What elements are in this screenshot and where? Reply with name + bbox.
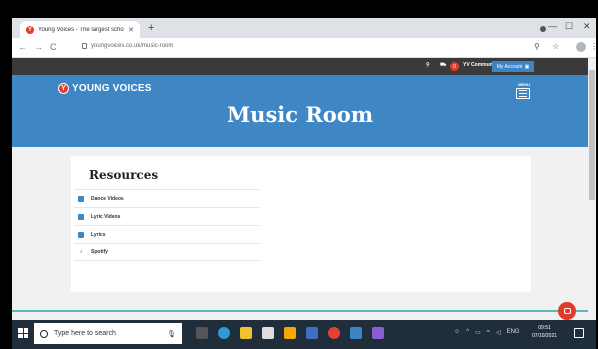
- browser-titlebar: Y Young Voices - The largest school... ✕…: [12, 18, 596, 38]
- file-explorer-icon[interactable]: [240, 327, 252, 339]
- resource-item-dance-videos[interactable]: Dance Videos: [74, 189, 260, 207]
- maximize-button[interactable]: ☐: [565, 21, 573, 32]
- cortana-icon: [40, 329, 48, 338]
- screen: Y Young Voices - The largest school... ✕…: [0, 0, 598, 349]
- clock-time: 09:51: [538, 325, 551, 331]
- language-indicator[interactable]: ENG: [507, 329, 520, 336]
- account-icon: ▣: [524, 63, 530, 70]
- taskbar-clock[interactable]: 09:51 07/10/2021: [532, 324, 557, 340]
- bookmark-star-icon[interactable]: ☆: [552, 42, 559, 51]
- chevron-up-icon[interactable]: ^: [466, 329, 469, 336]
- site-logo[interactable]: Y YOUNG VOICES: [58, 83, 152, 94]
- video-icon: [78, 213, 84, 220]
- edge-icon[interactable]: [218, 327, 230, 339]
- resources-list: Dance Videos Lyric Videos Lyrics ♪ Spoti…: [74, 189, 260, 261]
- app-icon[interactable]: [350, 327, 362, 339]
- resource-label: Lyrics: [91, 231, 106, 238]
- microphone-icon[interactable]: 🎙: [167, 330, 176, 338]
- tab-close-icon[interactable]: ✕: [128, 26, 134, 34]
- browser-menu-icon[interactable]: ⋮: [590, 42, 598, 51]
- minimize-button[interactable]: —: [548, 21, 557, 31]
- forward-button[interactable]: →: [34, 42, 43, 52]
- resource-item-spotify[interactable]: ♪ Spotify: [74, 243, 260, 261]
- menu-label: MENU: [518, 82, 530, 87]
- resource-label: Dance Videos: [91, 195, 124, 202]
- url-field[interactable]: youngvoices.co.uk/music-room: [82, 43, 173, 49]
- cart-icon[interactable]: ⛟: [440, 62, 446, 69]
- hero-curve: [12, 124, 588, 147]
- scrollbar-thumb[interactable]: [589, 70, 595, 200]
- footer-divider: [12, 310, 588, 312]
- chat-icon: [563, 308, 571, 314]
- system-tray: ☺ ^ ▭ ≈ ◁ ENG: [454, 329, 520, 336]
- volume-icon[interactable]: ◁: [496, 329, 501, 336]
- browser-tab[interactable]: Y Young Voices - The largest school... ✕: [20, 21, 140, 38]
- document-icon: [78, 231, 84, 238]
- notifications-icon[interactable]: [574, 328, 584, 338]
- new-tab-button[interactable]: +: [148, 22, 154, 34]
- website-viewport: ⚲ ⛟ 0 YV Community My Account ▣ Y YOUNG …: [12, 58, 588, 320]
- resources-title: Resources: [89, 168, 159, 182]
- resource-item-lyrics[interactable]: Lyrics: [74, 225, 260, 243]
- battery-icon[interactable]: ▭: [475, 329, 481, 336]
- my-account-button[interactable]: My Account ▣: [492, 61, 534, 72]
- sticky-notes-icon[interactable]: [284, 327, 296, 339]
- reload-button[interactable]: C: [50, 42, 57, 52]
- chat-button[interactable]: [558, 302, 576, 320]
- video-icon: [78, 195, 84, 202]
- my-account-label: My Account: [496, 63, 523, 70]
- url-text: youngvoices.co.uk/music-room: [91, 43, 174, 49]
- chrome-icon[interactable]: [328, 327, 340, 339]
- resources-card: Resources Dance Videos Lyric Videos Lyri…: [71, 156, 531, 292]
- tab-title: Young Voices - The largest school...: [38, 26, 125, 33]
- young-voices-favicon-icon: Y: [26, 25, 34, 34]
- menu-button[interactable]: MENU: [516, 82, 532, 99]
- logo-mark-icon: Y: [58, 83, 69, 94]
- profile-avatar[interactable]: [576, 42, 586, 52]
- windows-taskbar: Type here to search 🎙 ☺ ^ ▭ ≈ ◁ ENG 09:5…: [12, 320, 596, 349]
- taskbar-apps: [196, 327, 384, 339]
- music-note-icon: ♪: [79, 249, 83, 255]
- taskbar-search-input[interactable]: Type here to search 🎙: [34, 323, 182, 344]
- logo-text: YOUNG VOICES: [72, 83, 152, 94]
- site-top-strip: ⚲ ⛟ 0 YV Community My Account ▣: [12, 58, 588, 75]
- people-icon[interactable]: ☺: [454, 329, 460, 336]
- app-icon-2[interactable]: [372, 327, 384, 339]
- close-window-button[interactable]: ✕: [583, 21, 591, 32]
- resource-label: Spotify: [91, 249, 108, 255]
- address-bar: ← → C youngvoices.co.uk/music-room ⚲ ☆ ⋮: [12, 38, 598, 58]
- lock-icon: [82, 43, 87, 49]
- resource-label: Lyric Videos: [91, 213, 121, 220]
- wifi-icon[interactable]: ≈: [487, 329, 490, 336]
- outlook-icon[interactable]: [306, 327, 318, 339]
- hamburger-icon: [516, 88, 530, 99]
- task-view-icon[interactable]: [196, 327, 208, 339]
- resource-item-lyric-videos[interactable]: Lyric Videos: [74, 207, 260, 225]
- clock-date: 07/10/2021: [532, 333, 558, 339]
- cart-count-badge: 0: [450, 62, 459, 71]
- record-indicator-icon: [540, 26, 546, 32]
- site-search-icon[interactable]: ⚲: [426, 62, 430, 68]
- start-button[interactable]: [18, 328, 28, 338]
- back-button[interactable]: ←: [18, 42, 27, 52]
- taskbar-search-placeholder: Type here to search: [54, 330, 116, 337]
- store-icon[interactable]: [262, 327, 274, 339]
- zoom-icon[interactable]: ⚲: [534, 42, 540, 51]
